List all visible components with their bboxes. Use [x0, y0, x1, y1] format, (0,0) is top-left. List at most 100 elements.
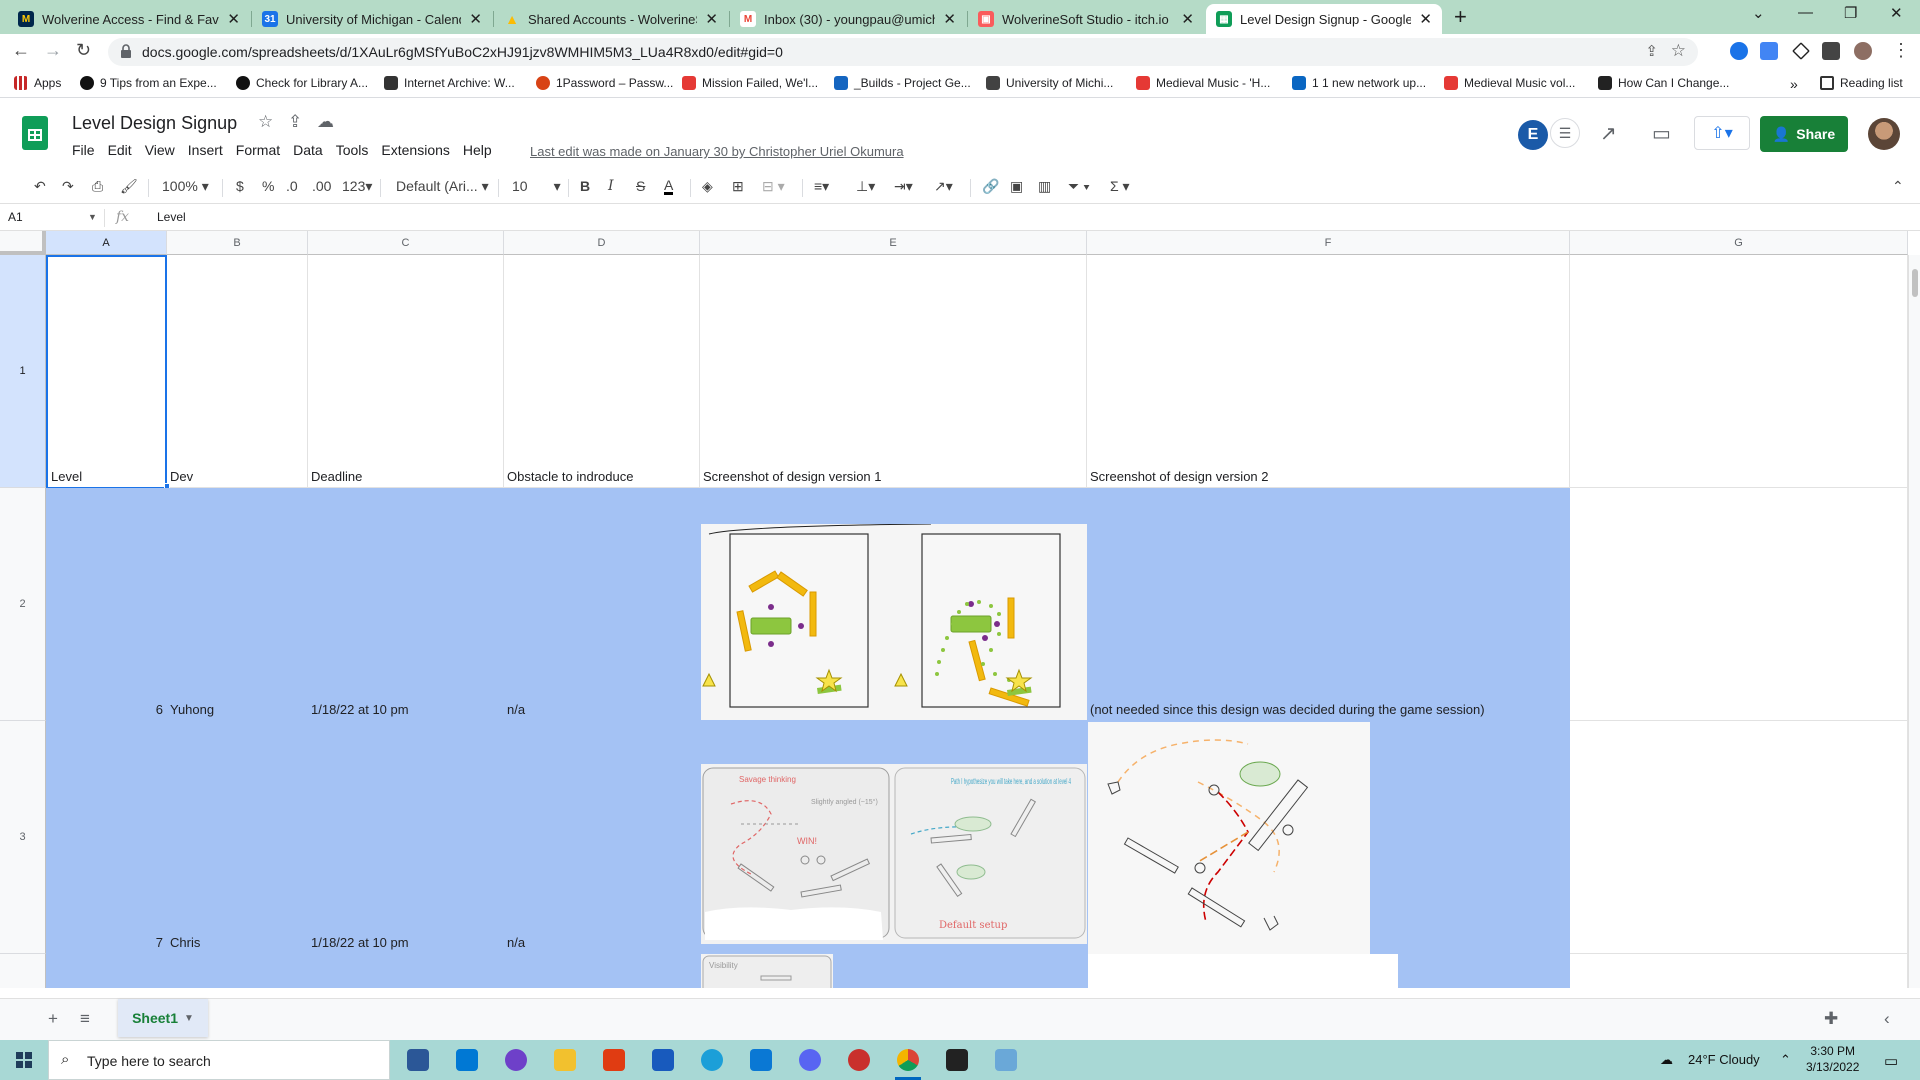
last-edit-link[interactable]: Last edit was made on January 30 by Chri…: [530, 144, 904, 159]
menu-file[interactable]: File: [72, 142, 95, 158]
move-icon[interactable]: ⇪: [288, 112, 302, 131]
formula-input[interactable]: Level: [157, 210, 186, 224]
italic-button[interactable]: I: [608, 178, 614, 194]
close-icon[interactable]: ✕: [705, 10, 718, 28]
close-icon[interactable]: ✕: [469, 10, 482, 28]
edge-app-icon[interactable]: [701, 1049, 723, 1071]
star-icon[interactable]: ☆: [258, 112, 273, 131]
cell-e1[interactable]: Screenshot of design version 1: [700, 255, 1087, 488]
strikethrough-button[interactable]: S: [636, 178, 645, 194]
column-header-d[interactable]: D: [504, 231, 700, 255]
insert-chart-icon[interactable]: ▥: [1038, 178, 1051, 195]
activity-trend-icon[interactable]: ↗: [1600, 121, 1617, 146]
undo-icon[interactable]: ↶: [34, 178, 46, 195]
column-header-c[interactable]: C: [308, 231, 504, 255]
close-icon[interactable]: ✕: [1419, 10, 1432, 28]
cell-b4[interactable]: [167, 954, 308, 988]
restore-button[interactable]: ❐: [1844, 4, 1857, 22]
name-box-dropdown-icon[interactable]: ▼: [88, 212, 97, 222]
share-page-icon[interactable]: ⇪: [1645, 42, 1658, 60]
bookmark-item[interactable]: Internet Archive: W...: [384, 76, 515, 90]
horizontal-align-icon[interactable]: ≡▾: [814, 178, 829, 195]
functions-button[interactable]: Σ ▾: [1110, 178, 1130, 195]
increase-decimal-button[interactable]: .00: [312, 178, 331, 194]
browser-tab[interactable]: M Wolverine Access - Find & Favori ✕: [8, 4, 250, 34]
comments-icon[interactable]: ▭: [1652, 121, 1671, 146]
browser-tab[interactable]: ▲ Shared Accounts - WolverineSoft ✕: [494, 4, 728, 34]
percent-format-button[interactable]: %: [262, 178, 274, 194]
close-window-button[interactable]: ✕: [1890, 4, 1903, 22]
decrease-decimal-button[interactable]: .0: [286, 178, 298, 194]
app-icon[interactable]: [848, 1049, 870, 1071]
bookmark-item[interactable]: Mission Failed, We'l...: [682, 76, 818, 90]
insert-comment-icon[interactable]: ▣: [1010, 178, 1023, 195]
sheet-tab[interactable]: Sheet1 ▼: [118, 999, 208, 1037]
document-title[interactable]: Level Design Signup: [72, 113, 237, 134]
office-app-icon[interactable]: [603, 1049, 625, 1071]
vertical-align-icon[interactable]: ⊥▾: [856, 178, 875, 195]
cell-b1[interactable]: Dev: [167, 255, 308, 488]
cell-a2[interactable]: 6: [46, 488, 167, 721]
unity-app-icon[interactable]: [946, 1049, 968, 1071]
column-header-b[interactable]: B: [167, 231, 308, 255]
chevron-down-icon[interactable]: ⌄: [1752, 4, 1765, 22]
borders-icon[interactable]: ⊞: [732, 178, 744, 195]
select-all-corner[interactable]: [0, 231, 46, 255]
cell-a3[interactable]: 7: [46, 721, 167, 954]
vertical-scrollbar[interactable]: [1908, 255, 1920, 988]
column-header-e[interactable]: E: [700, 231, 1087, 255]
extension-icon[interactable]: [1760, 42, 1778, 60]
puzzle-icon[interactable]: [1822, 42, 1840, 60]
comment-history-icon[interactable]: ☰: [1550, 118, 1580, 148]
bookmark-item[interactable]: _Builds - Project Ge...: [834, 76, 971, 90]
row-header-3[interactable]: 3: [0, 721, 46, 954]
print-icon[interactable]: ⎙: [92, 178, 103, 195]
back-icon[interactable]: ←: [12, 40, 30, 61]
reload-icon[interactable]: ↻: [76, 40, 91, 61]
row-header-1[interactable]: 1: [0, 255, 46, 488]
column-header-g[interactable]: G: [1570, 231, 1908, 255]
bookmark-item[interactable]: University of Michi...: [986, 76, 1113, 90]
insert-link-icon[interactable]: 🔗: [982, 178, 999, 195]
column-header-a[interactable]: A: [46, 231, 167, 255]
bookmark-item[interactable]: Medieval Music vol...: [1444, 76, 1575, 90]
address-bar[interactable]: docs.google.com/spreadsheets/d/1XAuLr6gM…: [108, 38, 1698, 66]
file-explorer-icon[interactable]: [554, 1049, 576, 1071]
bookmark-star-icon[interactable]: ☆: [1671, 41, 1686, 61]
collapse-toolbar-icon[interactable]: ⌃: [1892, 178, 1904, 195]
menu-help[interactable]: Help: [463, 142, 492, 158]
cell-d3[interactable]: n/a: [504, 721, 700, 954]
add-sheet-icon[interactable]: +: [48, 1009, 58, 1029]
sheets-logo-icon[interactable]: [22, 116, 48, 150]
explore-icon[interactable]: ✚: [1824, 1009, 1838, 1029]
user-avatar[interactable]: [1868, 118, 1900, 150]
cell-g2[interactable]: [1570, 488, 1908, 721]
bookmark-item[interactable]: Check for Library A...: [236, 76, 368, 90]
windows-start-icon[interactable]: [16, 1052, 32, 1068]
discord-app-icon[interactable]: [799, 1049, 821, 1071]
side-panel-toggle-icon[interactable]: ‹: [1884, 1009, 1890, 1029]
minimize-button[interactable]: —: [1798, 4, 1813, 21]
store-app-icon[interactable]: [407, 1049, 429, 1071]
bookmark-item[interactable]: Apps: [14, 76, 61, 90]
word-app-icon[interactable]: [652, 1049, 674, 1071]
forward-icon[interactable]: →: [44, 40, 62, 61]
cell-g4[interactable]: [1570, 954, 1908, 988]
browser-tab[interactable]: M Inbox (30) - youngpau@umich.ec ✕: [730, 4, 966, 34]
bookmark-item[interactable]: 1 1 new network up...: [1292, 76, 1426, 90]
menu-insert[interactable]: Insert: [188, 142, 223, 158]
font-size-select[interactable]: 10 ▾: [512, 178, 561, 195]
browser-tab[interactable]: 31 University of Michigan - Calenda ✕: [252, 4, 492, 34]
cell-c3[interactable]: 1/18/22 at 10 pm: [308, 721, 504, 954]
all-sheets-icon[interactable]: ≡: [80, 1009, 90, 1029]
cell-c4[interactable]: [308, 954, 504, 988]
merge-cells-icon[interactable]: ⊟ ▾: [762, 178, 785, 195]
row-header-2[interactable]: 2: [0, 488, 46, 721]
font-select[interactable]: Default (Ari... ▾: [396, 178, 489, 195]
extension-icon[interactable]: [1792, 42, 1810, 60]
bold-button[interactable]: B: [580, 178, 590, 194]
profile-avatar[interactable]: [1854, 42, 1872, 60]
weather-widget[interactable]: 24°F Cloudy: [1688, 1052, 1760, 1067]
cell-c2[interactable]: 1/18/22 at 10 pm: [308, 488, 504, 721]
bookmarks-overflow[interactable]: »: [1790, 76, 1798, 92]
